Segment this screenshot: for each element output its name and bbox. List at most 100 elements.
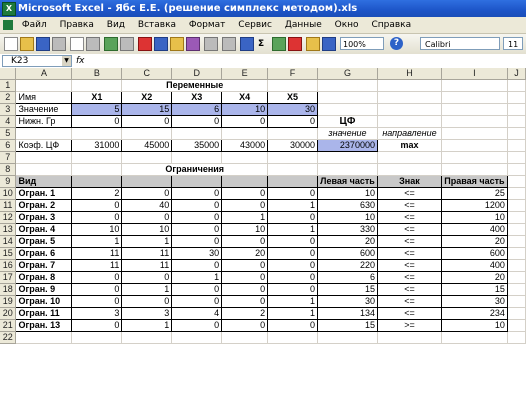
variables-title[interactable]: Переменные — [121, 79, 269, 92]
chart-wizard-icon[interactable] — [306, 37, 320, 51]
format-painter-icon[interactable] — [186, 37, 200, 51]
cell[interactable] — [377, 151, 442, 164]
coef-cell[interactable]: 11 — [71, 247, 123, 260]
excel-icon[interactable]: X — [2, 2, 16, 16]
right-cell[interactable]: 10 — [440, 211, 508, 224]
cell[interactable] — [317, 151, 378, 164]
left-cell[interactable]: 600 — [316, 247, 378, 260]
cell[interactable] — [267, 163, 318, 176]
row-header[interactable]: 14 — [0, 235, 17, 248]
coef-cell[interactable]: 0 — [121, 295, 173, 308]
coef-cell[interactable]: 0 — [171, 295, 223, 308]
cell[interactable] — [267, 151, 318, 164]
coef-cell[interactable]: 43000 — [221, 139, 269, 152]
coef-cell[interactable]: 45000 — [121, 139, 173, 152]
row-header[interactable]: 13 — [0, 223, 17, 236]
direction-label[interactable]: направление — [377, 127, 442, 140]
cell[interactable] — [221, 127, 269, 140]
col-header[interactable]: F — [267, 68, 318, 80]
coef-cell[interactable]: 0 — [71, 211, 123, 224]
coef-cell[interactable]: 0 — [267, 271, 318, 284]
cell[interactable] — [507, 331, 526, 344]
col-header[interactable]: G — [317, 68, 378, 80]
row-header[interactable]: 21 — [0, 319, 17, 332]
constraint-name[interactable]: Огран. 4 — [15, 223, 73, 236]
sign-cell[interactable]: <= — [376, 187, 442, 200]
permission-icon[interactable] — [52, 37, 66, 51]
coef-cell[interactable]: 10 — [221, 223, 269, 236]
left-cell[interactable]: 630 — [316, 199, 378, 212]
cell[interactable] — [71, 79, 123, 92]
col-header[interactable]: I — [441, 68, 508, 80]
var-name-cell[interactable]: X3 — [171, 91, 223, 104]
coef-cell[interactable]: 0 — [171, 223, 223, 236]
header-cell[interactable] — [171, 175, 223, 188]
left-cell[interactable]: 6 — [316, 271, 378, 284]
right-cell[interactable]: 20 — [440, 235, 508, 248]
spelling-icon[interactable] — [104, 37, 118, 51]
var-name-cell[interactable]: X5 — [267, 91, 318, 104]
cell[interactable] — [317, 331, 378, 344]
cell[interactable] — [121, 127, 173, 140]
name-label-cell[interactable]: Имя — [15, 91, 73, 104]
menu-format[interactable]: Формат — [184, 17, 231, 33]
constraints-title[interactable]: Ограничения — [121, 163, 269, 176]
coef-cell[interactable]: 0 — [267, 187, 318, 200]
right-cell[interactable]: 400 — [440, 259, 508, 272]
coef-cell[interactable]: 0 — [121, 211, 173, 224]
cell[interactable] — [507, 115, 526, 128]
row-header[interactable]: 17 — [0, 271, 17, 284]
coef-cell[interactable]: 0 — [171, 199, 223, 212]
cell[interactable] — [507, 283, 526, 296]
left-cell[interactable]: 15 — [316, 283, 378, 296]
cell[interactable] — [71, 331, 123, 344]
menu-view[interactable]: Вид — [102, 17, 130, 33]
header-right-cell[interactable]: Правая часть — [440, 175, 508, 188]
coef-cell[interactable]: 0 — [71, 199, 123, 212]
coef-cell[interactable]: 0 — [221, 235, 269, 248]
row-header[interactable]: 3 — [0, 103, 17, 116]
cell[interactable] — [441, 331, 508, 344]
left-cell[interactable]: 20 — [316, 235, 378, 248]
cell[interactable] — [317, 163, 378, 176]
coef-cell[interactable]: 0 — [221, 283, 269, 296]
cell[interactable] — [507, 307, 526, 320]
cell[interactable] — [171, 331, 223, 344]
help-icon[interactable]: ? — [390, 37, 403, 50]
cell[interactable] — [267, 127, 318, 140]
cf-label[interactable]: ЦФ — [317, 115, 378, 128]
coef-cell[interactable]: 10 — [121, 223, 173, 236]
lower-cell[interactable]: 0 — [171, 115, 223, 128]
row-header[interactable]: 4 — [0, 115, 17, 128]
coef-cell[interactable]: 0 — [267, 259, 318, 272]
coef-cell[interactable]: 0 — [221, 187, 269, 200]
value-cell[interactable]: 15 — [121, 103, 173, 116]
row-header[interactable]: 8 — [0, 163, 17, 176]
cell[interactable] — [15, 331, 73, 344]
sign-cell[interactable]: <= — [376, 307, 442, 320]
zoom-select[interactable]: 100% — [340, 37, 384, 50]
coef-cell[interactable]: 1 — [221, 211, 269, 224]
chevron-down-icon[interactable]: ▼ — [62, 56, 71, 66]
row-header[interactable]: 15 — [0, 247, 17, 260]
hyperlink-icon[interactable] — [240, 37, 254, 51]
coef-cell[interactable]: 1 — [121, 283, 173, 296]
sign-cell[interactable]: <= — [376, 211, 442, 224]
coef-cell[interactable]: 0 — [221, 319, 269, 332]
cell[interactable] — [15, 127, 73, 140]
coef-cell[interactable]: 4 — [171, 307, 223, 320]
header-sign-cell[interactable]: Знак — [376, 175, 442, 188]
name-box[interactable]: K23 ▼ — [2, 55, 72, 67]
drawing-icon[interactable] — [322, 37, 336, 51]
paste-icon[interactable] — [170, 37, 184, 51]
row-header[interactable]: 2 — [0, 91, 17, 104]
cell[interactable] — [221, 151, 269, 164]
coef-cell[interactable]: 0 — [267, 283, 318, 296]
right-cell[interactable]: 30 — [440, 295, 508, 308]
coef-cell[interactable]: 0 — [121, 271, 173, 284]
research-icon[interactable] — [120, 37, 134, 51]
coef-cell[interactable]: 10 — [71, 223, 123, 236]
cell[interactable] — [377, 115, 442, 128]
cell[interactable] — [507, 103, 526, 116]
cell[interactable] — [377, 163, 442, 176]
